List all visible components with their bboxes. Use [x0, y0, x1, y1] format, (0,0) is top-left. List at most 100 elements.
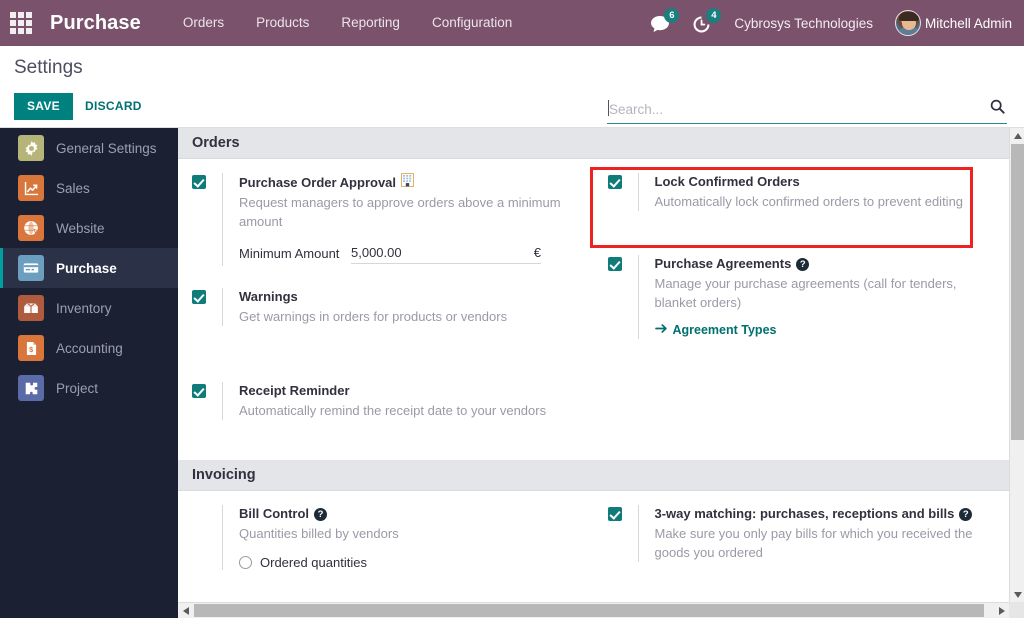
- triangle-right-icon[interactable]: [994, 603, 1009, 618]
- setting-description: Make sure you only pay bills for which y…: [655, 524, 994, 562]
- setting-title-row: Purchase Agreements ?: [655, 255, 994, 273]
- vertical-scrollbar-thumb[interactable]: [1011, 144, 1024, 440]
- setting-description: Automatically lock confirmed orders to p…: [655, 192, 994, 211]
- three-way-matching-checkbox[interactable]: [608, 507, 622, 521]
- help-question-icon[interactable]: ?: [796, 258, 809, 271]
- search-icon[interactable]: [990, 99, 1005, 119]
- sidebar-item-accounting[interactable]: $ Accounting: [0, 328, 178, 368]
- radio-label: Ordered quantities: [260, 555, 367, 570]
- horizontal-scrollbar[interactable]: [178, 602, 1009, 618]
- radio-ordered-quantities[interactable]: [239, 556, 252, 569]
- setting-title-row: 3-way matching: purchases, receptions an…: [655, 505, 994, 523]
- save-button[interactable]: SAVE: [14, 93, 73, 120]
- nav-item-reporting[interactable]: Reporting: [325, 0, 416, 46]
- triangle-down-icon[interactable]: [1010, 587, 1024, 602]
- invoicing-left-column: Bill Control ? Quantities billed by vend…: [178, 491, 594, 588]
- setting-title-row: Purchase Order Approval: [239, 173, 578, 192]
- minimum-amount-label: Minimum Amount: [239, 245, 351, 263]
- sidebar-item-label: Purchase: [56, 261, 117, 276]
- sidebar-item-label: Inventory: [56, 301, 112, 316]
- svg-text:$: $: [29, 345, 33, 353]
- multi-company-building-icon[interactable]: [401, 173, 414, 192]
- sidebar-item-inventory[interactable]: Inventory: [0, 288, 178, 328]
- box-icon: [18, 295, 44, 321]
- setting-description: Quantities billed by vendors: [239, 524, 578, 543]
- checkbox-cell-empty: [192, 505, 222, 570]
- top-navbar: Purchase Orders Products Reporting Confi…: [0, 0, 1024, 46]
- nav-item-products[interactable]: Products: [240, 0, 325, 46]
- scrollbar-corner: [1009, 602, 1024, 618]
- globe-icon: [18, 215, 44, 241]
- apps-grid-icon[interactable]: [10, 12, 44, 34]
- checkbox-cell: [608, 173, 638, 211]
- company-switcher[interactable]: Cybrosys Technologies: [734, 16, 873, 31]
- setting-title: Lock Confirmed Orders: [655, 173, 800, 191]
- invoicing-settings-grid: Bill Control ? Quantities billed by vend…: [178, 491, 1009, 588]
- horizontal-scrollbar-thumb[interactable]: [194, 604, 984, 617]
- settings-sidebar: General Settings Sales Website: [0, 128, 178, 618]
- setting-purchase-order-approval: Purchase Order Approval: [192, 173, 578, 266]
- discard-button[interactable]: DISCARD: [77, 93, 150, 120]
- checkbox-cell: [608, 255, 638, 339]
- minimum-amount-input[interactable]: [351, 245, 528, 260]
- currency-symbol: €: [534, 245, 541, 260]
- setting-warnings: Warnings Get warnings in orders for prod…: [192, 288, 578, 326]
- setting-title: Warnings: [239, 288, 298, 306]
- messages-badge: 6: [664, 8, 679, 23]
- receipt-reminder-checkbox[interactable]: [192, 384, 206, 398]
- activities-badge: 4: [706, 8, 721, 23]
- checkbox-cell: [608, 505, 638, 562]
- setting-body: 3-way matching: purchases, receptions an…: [638, 505, 994, 562]
- sidebar-item-sales[interactable]: Sales: [0, 168, 178, 208]
- bill-control-option-ordered[interactable]: Ordered quantities: [239, 555, 578, 570]
- invoicing-right-column: 3-way matching: purchases, receptions an…: [594, 491, 1010, 588]
- sidebar-item-general-settings[interactable]: General Settings: [0, 128, 178, 168]
- orders-left-column: Purchase Order Approval: [178, 159, 594, 438]
- setting-body: Purchase Agreements ? Manage your purcha…: [638, 255, 994, 339]
- minimum-amount-field: Minimum Amount €: [239, 245, 578, 264]
- setting-three-way-matching: 3-way matching: purchases, receptions an…: [608, 505, 994, 562]
- setting-bill-control: Bill Control ? Quantities billed by vend…: [192, 505, 578, 570]
- purchase-order-approval-checkbox[interactable]: [192, 175, 206, 189]
- sidebar-bottom-fill: [0, 602, 178, 618]
- setting-body: Bill Control ? Quantities billed by vend…: [222, 505, 578, 570]
- activities-button[interactable]: 4: [692, 11, 718, 35]
- vertical-scrollbar[interactable]: [1009, 128, 1024, 602]
- help-question-icon[interactable]: ?: [314, 508, 327, 521]
- nav-item-configuration[interactable]: Configuration: [416, 0, 528, 46]
- user-menu[interactable]: Mitchell Admin: [895, 10, 1012, 36]
- help-question-icon[interactable]: ?: [959, 508, 972, 521]
- setting-purchase-agreements: Purchase Agreements ? Manage your purcha…: [608, 255, 994, 339]
- purchase-card-icon: [18, 255, 44, 281]
- setting-description: Request managers to approve orders above…: [239, 193, 578, 231]
- sidebar-item-purchase[interactable]: Purchase: [0, 248, 178, 288]
- sidebar-item-label: Accounting: [56, 341, 123, 356]
- chart-up-icon: [18, 175, 44, 201]
- triangle-up-icon[interactable]: [1010, 128, 1024, 143]
- section-header-invoicing: Invoicing: [178, 460, 1009, 491]
- search-input[interactable]: [607, 102, 986, 120]
- setting-body: Purchase Order Approval: [222, 173, 578, 266]
- sidebar-item-label: Project: [56, 381, 98, 396]
- puzzle-icon: [18, 375, 44, 401]
- orders-right-column: Lock Confirmed Orders Automatically lock…: [594, 159, 1010, 438]
- avatar: [895, 10, 921, 36]
- setting-description: Get warnings in orders for products or v…: [239, 307, 578, 326]
- checkbox-cell: [192, 382, 222, 420]
- triangle-left-icon[interactable]: [178, 603, 193, 618]
- warnings-checkbox[interactable]: [192, 290, 206, 304]
- setting-title-row: Lock Confirmed Orders: [655, 173, 994, 191]
- lock-confirmed-orders-checkbox[interactable]: [608, 175, 622, 189]
- purchase-agreements-checkbox[interactable]: [608, 257, 622, 271]
- nav-item-orders[interactable]: Orders: [167, 0, 240, 46]
- messages-button[interactable]: 6: [650, 11, 676, 35]
- sidebar-item-website[interactable]: Website: [0, 208, 178, 248]
- search-caret: [608, 100, 609, 116]
- agreement-types-link-label: Agreement Types: [673, 323, 777, 337]
- control-panel: Settings SAVE DISCARD: [0, 46, 1024, 128]
- sidebar-item-label: General Settings: [56, 141, 157, 156]
- app-brand-title[interactable]: Purchase: [50, 12, 141, 35]
- sidebar-item-project[interactable]: Project: [0, 368, 178, 408]
- agreement-types-link[interactable]: Agreement Types: [655, 323, 777, 337]
- setting-lock-confirmed-orders: Lock Confirmed Orders Automatically lock…: [608, 173, 994, 211]
